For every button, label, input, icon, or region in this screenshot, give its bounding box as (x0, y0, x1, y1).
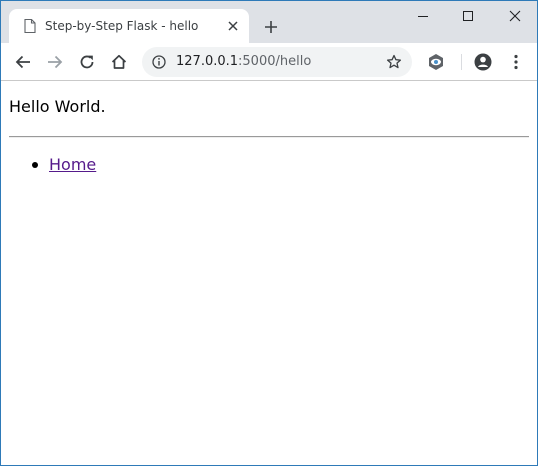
new-tab-icon[interactable] (263, 19, 279, 35)
page-icon (24, 19, 36, 33)
kebab-menu-icon[interactable] (506, 52, 526, 72)
home-icon[interactable] (109, 52, 129, 72)
url-text[interactable]: 127.0.0.1:5000/hello (176, 54, 311, 69)
address-bar[interactable]: 127.0.0.1:5000/hello (142, 47, 412, 77)
nav-list: Home (29, 155, 96, 177)
browser-window: Step-by-Step Flask - hello 127.0.0.1:500… (0, 0, 538, 466)
home-link[interactable]: Home (49, 155, 96, 174)
browser-tab[interactable]: Step-by-Step Flask - hello (9, 9, 249, 43)
page-content: Hello World. Home (1, 81, 537, 465)
site-info-icon[interactable] (152, 55, 166, 69)
browser-toolbar: 127.0.0.1:5000/hello (1, 43, 537, 81)
bookmark-star-icon[interactable] (386, 54, 402, 70)
close-tab-icon[interactable] (227, 20, 239, 32)
back-arrow-icon[interactable] (13, 52, 33, 72)
toolbar-divider (461, 54, 462, 70)
url-host: 127.0.0.1 (176, 54, 239, 69)
maximize-icon[interactable] (456, 7, 480, 25)
minimize-icon[interactable] (411, 7, 435, 25)
reload-icon[interactable] (77, 52, 97, 72)
extension-icon[interactable] (426, 52, 446, 72)
close-window-icon[interactable] (503, 7, 527, 25)
greeting-text: Hello World. (9, 97, 106, 116)
forward-arrow-icon[interactable] (45, 52, 65, 72)
list-bullet (32, 162, 38, 168)
nav-item-home: Home (29, 155, 96, 177)
tab-strip: Step-by-Step Flask - hello (1, 1, 537, 43)
tab-title: Step-by-Step Flask - hello (45, 19, 199, 33)
horizontal-rule (9, 136, 529, 138)
profile-avatar-icon[interactable] (473, 52, 493, 72)
url-path: :5000/hello (238, 54, 312, 69)
